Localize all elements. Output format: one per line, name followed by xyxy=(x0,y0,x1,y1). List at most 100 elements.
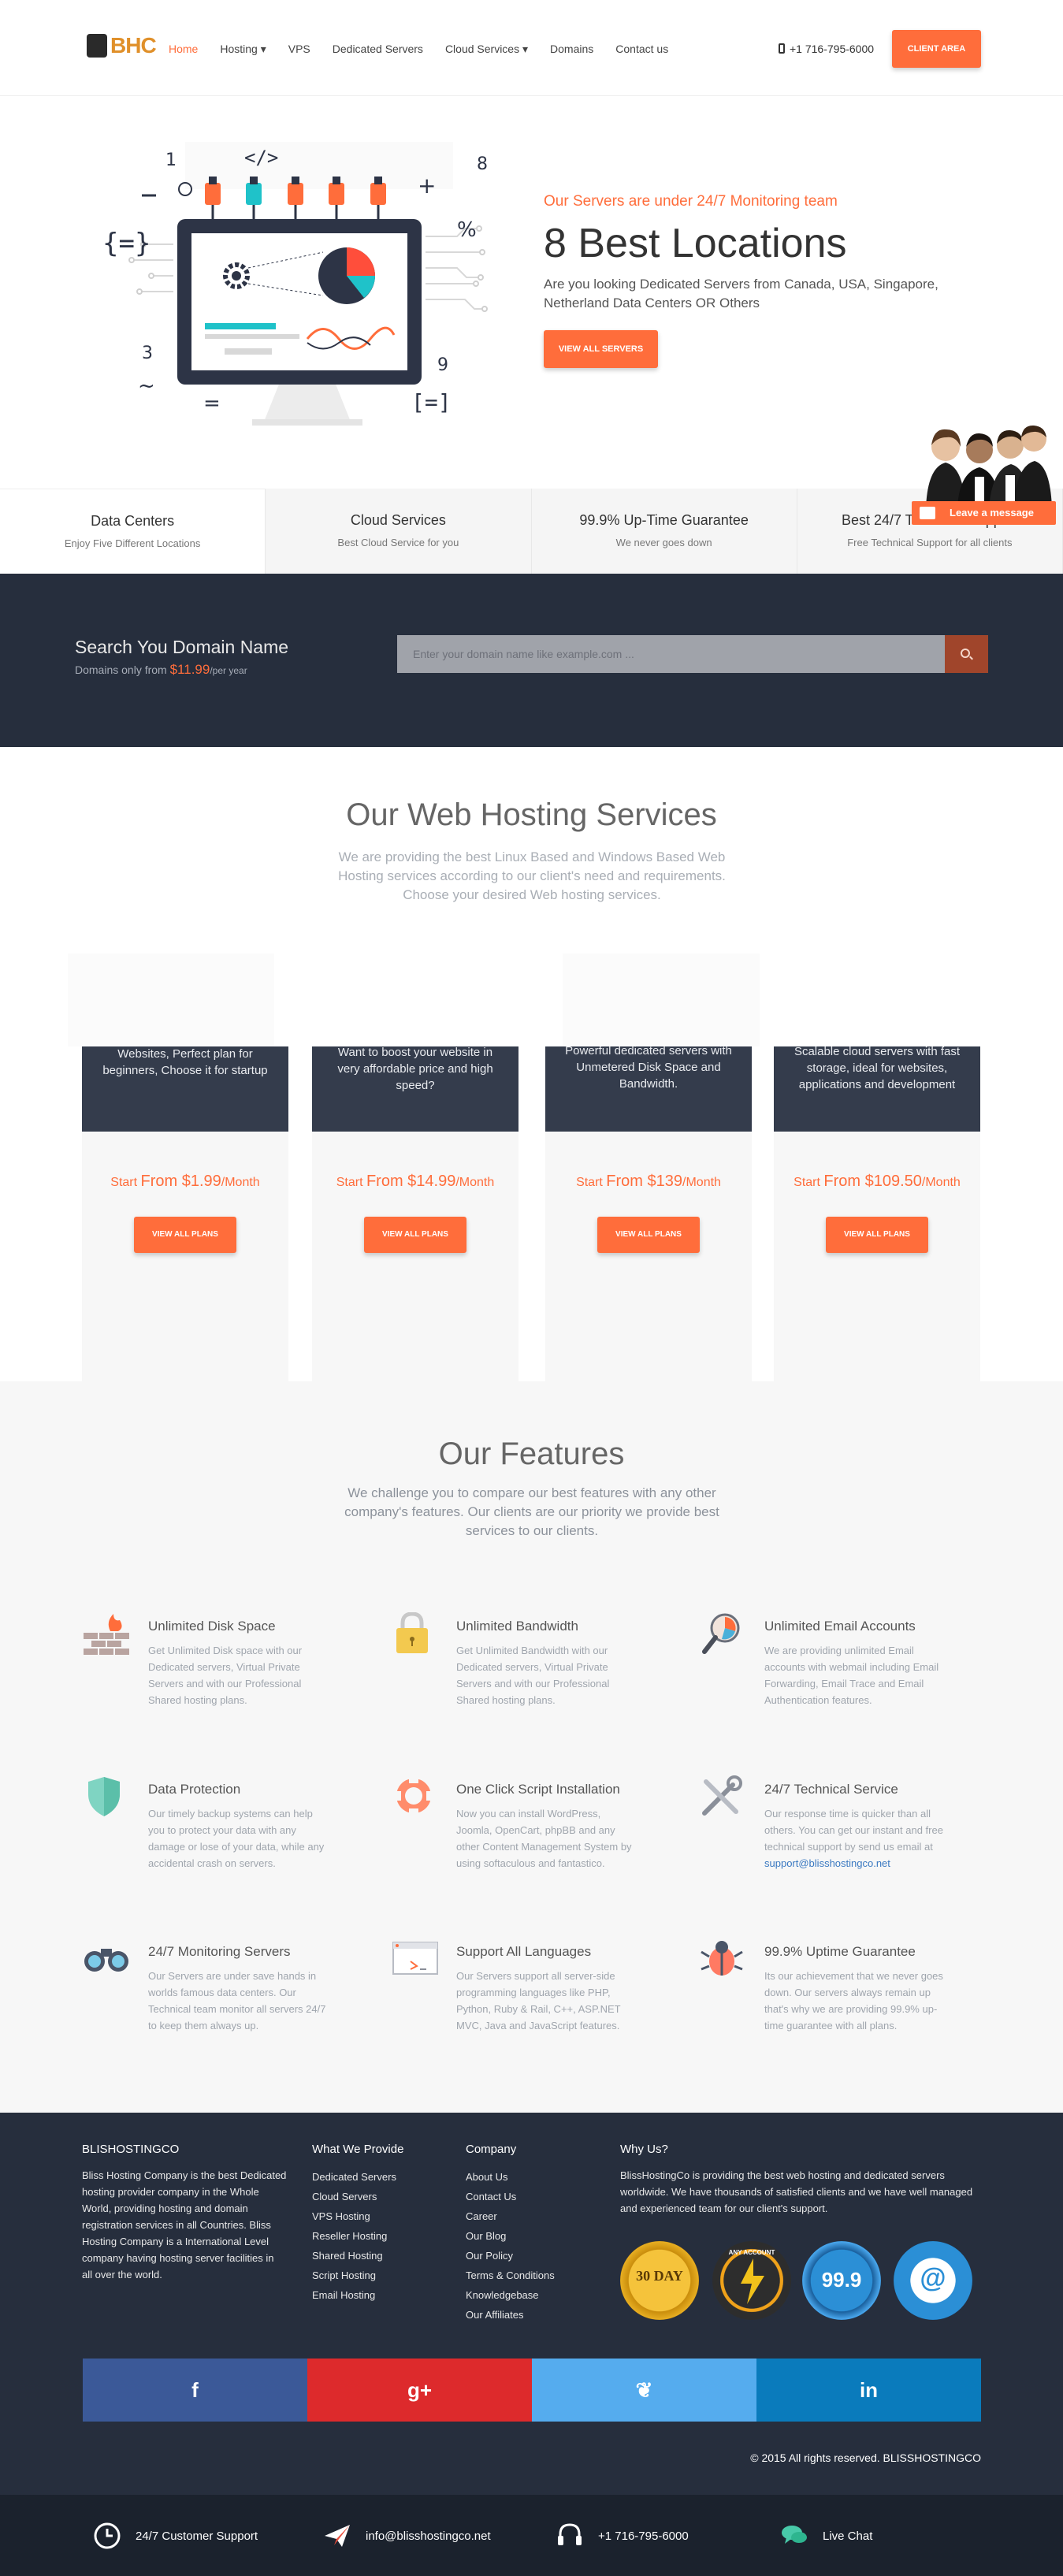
strip-title: Data Centers xyxy=(91,513,175,529)
support-email-link[interactable]: support@blisshostingco.net xyxy=(764,1857,890,1869)
svg-text:+: + xyxy=(418,173,436,199)
svg-text:~: ~ xyxy=(138,374,155,398)
footer-why-text: BlissHostingCo is providing the best web… xyxy=(620,2169,973,2214)
footer-link[interactable]: VPS Hosting xyxy=(312,2206,454,2226)
hosting-plan-card: Powerful dedicated servers with Unmetere… xyxy=(545,953,760,1472)
plan-description: Powerful dedicated servers with Unmetere… xyxy=(545,1046,752,1132)
feature-title: Unlimited Bandwidth xyxy=(456,1619,578,1634)
logo-text: BHC xyxy=(110,33,157,58)
hosting-plan-card: Want to boost your website in very affor… xyxy=(312,953,518,1472)
view-all-plans-button[interactable]: VIEW ALL PLANS xyxy=(826,1217,928,1253)
logo[interactable]: BHC xyxy=(87,32,159,60)
headset-icon xyxy=(558,2523,582,2545)
footer-link[interactable]: Our Blog xyxy=(466,2226,608,2246)
lifebuoy-icon xyxy=(395,1777,433,1815)
seal-label: 99.9 xyxy=(821,2268,862,2292)
feature-item: Unlimited Bandwidth Get Unlimited Bandwi… xyxy=(390,1612,650,1746)
footer-company: Company About Us Contact Us Career Our B… xyxy=(466,2143,608,2325)
domain-price-unit: /per year xyxy=(210,665,247,676)
footer-link[interactable]: Reseller Hosting xyxy=(312,2226,454,2246)
footer-link[interactable]: Shared Hosting xyxy=(312,2246,454,2266)
nav-domains[interactable]: Domains xyxy=(539,39,604,58)
svg-text:</>: </> xyxy=(244,147,278,169)
header-phone[interactable]: +1 716-795-6000 xyxy=(779,39,874,58)
strip-item-uptime[interactable]: 99.9% Up-Time Guarantee We never goes do… xyxy=(531,489,797,574)
plan-price-amount: From $139 xyxy=(606,1173,683,1190)
google-plus-button[interactable]: g+ xyxy=(307,2359,532,2422)
footer-link[interactable]: Contact Us xyxy=(466,2187,608,2206)
domain-sub-prefix: Domains only from xyxy=(75,664,170,676)
footer-link[interactable]: Career xyxy=(466,2206,608,2226)
twitter-button[interactable]: ❦ xyxy=(532,2359,756,2422)
view-all-plans-button[interactable]: VIEW ALL PLANS xyxy=(364,1217,466,1253)
illustration-digit: 8 xyxy=(477,154,488,174)
domain-price: $11.99 xyxy=(169,662,210,677)
footer-link[interactable]: About Us xyxy=(466,2167,608,2187)
footer-link[interactable]: Script Hosting xyxy=(312,2266,454,2285)
feature-item: 24/7 Technical Service Our response time… xyxy=(698,1775,958,1909)
main-nav: Home Hosting ▾ VPS Dedicated Servers Clo… xyxy=(158,39,679,58)
footer-why-title: Why Us? xyxy=(620,2143,668,2156)
domain-search-title: Search You Domain Name xyxy=(75,637,289,657)
plan-description: Easy for Small and Medium Websites, Perf… xyxy=(82,1046,288,1132)
site-header: BHC Home Hosting ▾ VPS Dedicated Servers… xyxy=(0,0,1063,96)
feature-title: 99.9% Uptime Guarantee xyxy=(764,1944,916,1959)
plan-price-unit: /Month xyxy=(221,1176,260,1189)
footer-link[interactable]: Email Hosting xyxy=(312,2285,454,2305)
feature-description: Now you can install WordPress, Joomla, O… xyxy=(456,1808,632,1869)
any-account-seal: ANY ACCOUNT xyxy=(712,2241,791,2320)
contact-bar-label: Live Chat xyxy=(823,2529,873,2543)
bug-icon xyxy=(701,1941,743,1976)
live-chat-item[interactable]: Live Chat xyxy=(780,2522,872,2550)
binoculars-icon xyxy=(84,1949,128,1972)
nav-dedicated-servers[interactable]: Dedicated Servers xyxy=(322,39,434,58)
plan-price-start: Start xyxy=(336,1176,366,1189)
features-title: Our Features xyxy=(438,1437,625,1471)
domain-search-subtitle: Domains only from $11.99/per year xyxy=(75,662,247,678)
footer-why-us: Why Us? BlissHostingCo is providing the … xyxy=(620,2143,983,2217)
nav-vps[interactable]: VPS xyxy=(277,39,322,58)
email-item[interactable]: info@blisshostingco.net xyxy=(323,2522,491,2550)
view-all-servers-button[interactable]: VIEW ALL SERVERS xyxy=(544,330,658,368)
footer-link[interactable]: Dedicated Servers xyxy=(312,2167,454,2187)
uptime-seal: 99.9 xyxy=(802,2241,881,2320)
hosting-plan-card: Scalable cloud servers with fast storage… xyxy=(774,953,980,1472)
domain-search-input[interactable] xyxy=(397,635,945,673)
plan-price-start: Start xyxy=(110,1176,141,1189)
seal-label: 30 DAY xyxy=(636,2268,683,2284)
footer-link[interactable]: Knowledgebase xyxy=(466,2285,608,2305)
strip-subtitle: Enjoy Five Different Locations xyxy=(64,537,201,549)
footer-link[interactable]: Our Affiliates xyxy=(466,2305,608,2325)
plan-description: Scalable cloud servers with fast storage… xyxy=(774,1046,980,1132)
leave-message-button[interactable]: Leave a message xyxy=(912,501,1056,525)
footer-link[interactable]: Our Policy xyxy=(466,2246,608,2266)
monitor-illustration: </> 1 8 % + {=} 3 ~ = 9 [=] xyxy=(102,142,488,426)
feature-title: Unlimited Email Accounts xyxy=(764,1619,916,1634)
svg-text:[=]: [=] xyxy=(411,389,452,415)
nav-cloud-services[interactable]: Cloud Services ▾ xyxy=(434,39,539,58)
shield-icon xyxy=(88,1777,120,1816)
footer-link[interactable]: Cloud Servers xyxy=(312,2187,454,2206)
contact-bar-label: info@blisshostingco.net xyxy=(366,2529,491,2543)
facebook-button[interactable]: f xyxy=(83,2359,307,2422)
footer-link[interactable]: Terms & Conditions xyxy=(466,2266,608,2285)
feature-title: Support All Languages xyxy=(456,1944,592,1959)
domain-search-button[interactable] xyxy=(945,635,988,673)
nav-contact-us[interactable]: Contact us xyxy=(604,39,679,58)
phone-item[interactable]: +1 716-795-6000 xyxy=(556,2522,689,2550)
view-all-plans-button[interactable]: VIEW ALL PLANS xyxy=(134,1217,236,1253)
strip-item-cloud-services[interactable]: Cloud Services Best Cloud Service for yo… xyxy=(266,489,532,574)
feature-description: Our response time is quicker than all ot… xyxy=(764,1805,946,1872)
customer-support-item[interactable]: 24/7 Customer Support xyxy=(93,2522,258,2550)
linkedin-button[interactable]: in xyxy=(756,2359,981,2422)
client-area-button[interactable]: CLIENT AREA xyxy=(892,30,981,68)
view-all-plans-button[interactable]: VIEW ALL PLANS xyxy=(597,1217,700,1253)
nav-hosting[interactable]: Hosting ▾ xyxy=(209,39,277,58)
support-team-photo xyxy=(910,398,1052,508)
feature-description: Get Unlimited Disk space with our Dedica… xyxy=(148,1645,303,1706)
facebook-icon: f xyxy=(191,2378,199,2402)
feature-item: Data Protection Our timely backup system… xyxy=(82,1775,342,1909)
strip-item-data-centers[interactable]: Data Centers Enjoy Five Different Locati… xyxy=(0,489,266,574)
nav-home[interactable]: Home xyxy=(158,39,209,58)
lock-icon xyxy=(396,1612,428,1653)
